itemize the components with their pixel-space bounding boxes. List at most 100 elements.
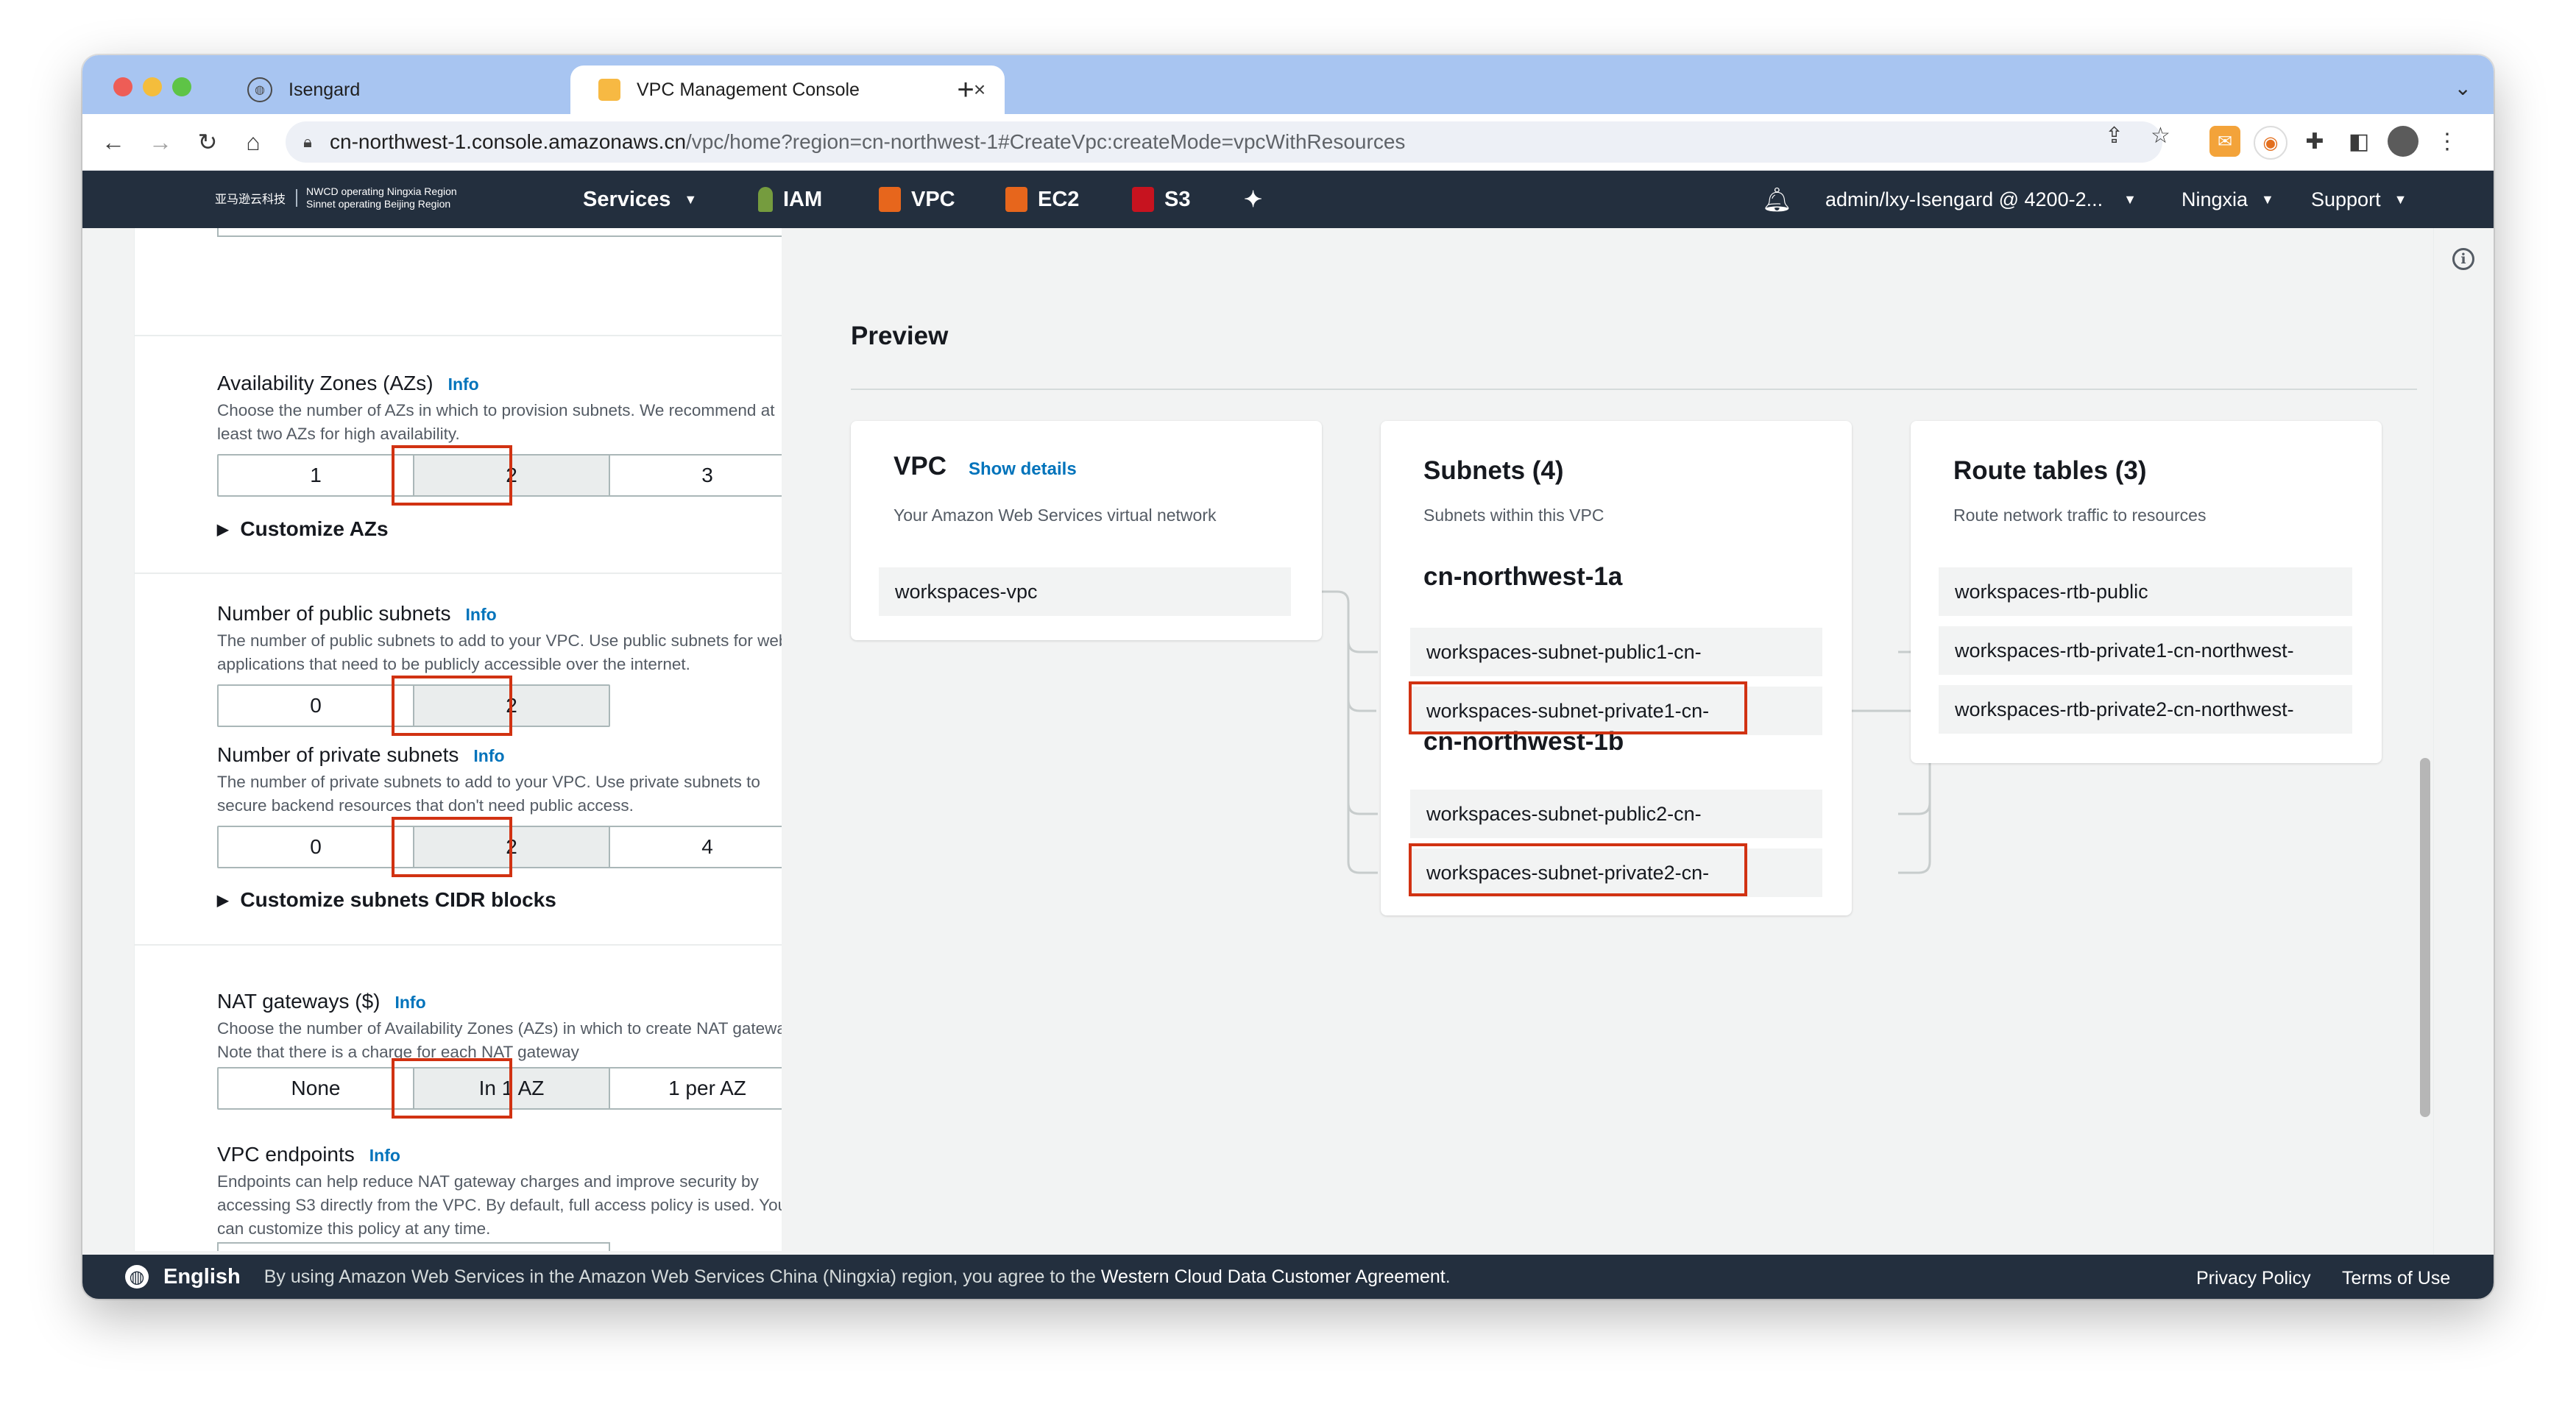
notifications-bell-icon[interactable]: 🔔︎ — [1762, 171, 1792, 228]
region-menu[interactable]: Ningxia ▼ — [2182, 171, 2274, 228]
customize-azs-label: Customize AZs — [240, 517, 389, 540]
shortcut-vpc[interactable]: VPC — [879, 171, 955, 228]
new-tab-button[interactable]: + — [944, 65, 988, 114]
vpc-card-subtitle: Your Amazon Web Services virtual network — [894, 506, 1217, 525]
subnets-card: Subnets (4) Subnets within this VPC cn-n… — [1381, 421, 1852, 915]
services-menu[interactable]: Services ▼ — [583, 171, 697, 228]
caret-right-icon: ▶ — [217, 522, 229, 538]
tab-label: Isengard — [289, 79, 361, 100]
pin-icon[interactable]: ✦ — [1244, 171, 1262, 228]
route-table-node-private2[interactable]: workspaces-rtb-private2-cn-northwest- — [1939, 685, 2352, 734]
azs-info-link[interactable]: Info — [448, 375, 479, 394]
show-details-link[interactable]: Show details — [969, 459, 1077, 479]
subnets-card-title: Subnets (4) — [1423, 456, 1564, 485]
shortcut-iam[interactable]: IAM — [758, 171, 822, 228]
share-icon[interactable]: ⇪ — [2105, 123, 2123, 149]
legal-notice: By using Amazon Web Services in the Amaz… — [264, 1266, 1451, 1288]
account-label: admin/lxy-Isengard @ 4200-2... — [1825, 188, 2103, 210]
region-label: Ningxia — [2182, 188, 2248, 210]
caret-down-icon: ▼ — [2393, 191, 2407, 207]
lock-icon: 🔒︎ — [303, 132, 312, 151]
url-host: cn-northwest-1.console.amazonaws.cn — [330, 130, 687, 153]
highlight-box — [392, 1058, 512, 1119]
aws-top-nav: 亚马逊云科技 NWCD operating Ningxia Region Sin… — [82, 171, 2494, 228]
customize-cidr-expander[interactable]: ▶ Customize subnets CIDR blocks — [217, 888, 556, 912]
language-selector[interactable]: English — [163, 1265, 241, 1289]
browser-window: ◍ Isengard × VPC Management Console × + … — [82, 55, 2494, 1299]
globe-icon: ◍ — [247, 77, 272, 102]
vertical-scrollbar[interactable] — [2420, 758, 2430, 1117]
legal-suffix: . — [1445, 1266, 1451, 1287]
public-subnets-label: Number of public subnets Info — [217, 602, 497, 625]
nat-gateways-label: NAT gateways ($) Info — [217, 990, 426, 1013]
azs-description: Choose the number of AZs in which to pro… — [217, 401, 775, 443]
nat-option-none[interactable]: None — [219, 1068, 414, 1108]
section-divider — [135, 573, 782, 574]
shortcut-s3[interactable]: S3 — [1132, 171, 1190, 228]
aws-china-logo[interactable]: 亚马逊云科技 NWCD operating Ningxia Region Sin… — [215, 185, 457, 210]
forward-button[interactable]: → — [144, 126, 177, 158]
vpc-card: VPC Show details Your Amazon Web Services… — [851, 421, 1322, 640]
nat-option-1-per-az[interactable]: 1 per AZ — [610, 1068, 782, 1108]
section-divider — [135, 335, 782, 336]
home-button[interactable]: ⌂ — [237, 126, 269, 158]
private-subnets-option-0[interactable]: 0 — [219, 827, 414, 867]
azs-label-text: Availability Zones (AZs) — [217, 372, 434, 394]
legal-prefix: By using Amazon Web Services in the Amaz… — [263, 1266, 1096, 1287]
terms-of-use-link[interactable]: Terms of Use — [2342, 1268, 2450, 1289]
support-menu[interactable]: Support ▼ — [2311, 171, 2407, 228]
highlight-box — [392, 445, 512, 506]
reload-button[interactable]: ↻ — [191, 126, 224, 158]
highlight-box — [1409, 681, 1747, 734]
customize-azs-expander[interactable]: ▶ Customize AZs — [217, 517, 389, 541]
address-bar[interactable]: 🔒︎ cn-northwest-1.console.amazonaws.cn /… — [286, 121, 2162, 163]
globe-icon[interactable]: ◍ — [125, 1265, 149, 1289]
private-subnets-option-4[interactable]: 4 — [610, 827, 782, 867]
profile-avatar[interactable] — [2388, 126, 2418, 157]
nat-label-text: NAT gateways ($) — [217, 990, 381, 1013]
support-label: Support — [2311, 188, 2381, 210]
shortcut-ec2[interactable]: EC2 — [1005, 171, 1079, 228]
info-panel-icon[interactable]: i — [2452, 248, 2474, 270]
tab-vpc-console[interactable]: VPC Management Console × — [570, 65, 1005, 114]
endpoints-label-text: VPC endpoints — [217, 1143, 355, 1166]
aws-footer: ◍ English By using Amazon Web Services i… — [82, 1255, 2494, 1299]
scrolled-input-bottom — [217, 228, 782, 237]
bookmark-star-icon[interactable]: ☆ — [2151, 123, 2170, 149]
vpc-node[interactable]: workspaces-vpc — [879, 567, 1291, 616]
back-button[interactable]: ← — [97, 126, 130, 158]
endpoints-info-link[interactable]: Info — [369, 1146, 400, 1165]
logo-region-line2: Sinnet operating Beijing Region — [306, 198, 451, 210]
minimize-window-button[interactable] — [143, 77, 162, 96]
zoom-window-button[interactable] — [172, 77, 191, 96]
private-subnets-info-link[interactable]: Info — [473, 746, 504, 765]
public-subnets-option-0[interactable]: 0 — [219, 686, 414, 726]
chevron-down-icon[interactable]: ⌄ — [2455, 76, 2471, 100]
extension-fox-icon[interactable]: ◉ — [2254, 126, 2287, 160]
privacy-policy-link[interactable]: Privacy Policy — [2196, 1268, 2311, 1289]
subnet-node-public2[interactable]: workspaces-subnet-public2-cn- — [1410, 790, 1822, 838]
extensions-puzzle-icon[interactable]: ✚ — [2299, 126, 2330, 157]
close-window-button[interactable] — [113, 77, 132, 96]
azs-option-1[interactable]: 1 — [219, 456, 414, 495]
endpoints-selector-partial[interactable] — [217, 1242, 610, 1251]
endpoints-description: Endpoints can help reduce NAT gateway ch… — [217, 1172, 783, 1238]
shortcut-label: VPC — [911, 187, 955, 211]
public-subnets-description: The number of public subnets to add to y… — [217, 631, 783, 673]
az-heading-1a: cn-northwest-1a — [1423, 562, 1623, 591]
shortcut-label: EC2 — [1038, 187, 1080, 211]
route-table-node-public[interactable]: workspaces-rtb-public — [1939, 567, 2352, 616]
public-subnets-info-link[interactable]: Info — [466, 605, 497, 624]
subnet-node-public1[interactable]: workspaces-subnet-public1-cn- — [1410, 628, 1822, 676]
section-divider — [135, 944, 782, 946]
browser-toolbar: ← → ↻ ⌂ 🔒︎ cn-northwest-1.console.amazon… — [82, 114, 2494, 171]
azs-option-3[interactable]: 3 — [610, 456, 782, 495]
more-menu-icon[interactable]: ⋮ — [2432, 126, 2463, 157]
extension-mail-icon[interactable]: ✉ — [2209, 126, 2240, 157]
customer-agreement-link[interactable]: Western Cloud Data Customer Agreement — [1101, 1266, 1446, 1287]
private-subnets-label-text: Number of private subnets — [217, 743, 459, 766]
route-table-node-private1[interactable]: workspaces-rtb-private1-cn-northwest- — [1939, 626, 2352, 675]
nat-info-link[interactable]: Info — [394, 993, 425, 1012]
side-panel-icon[interactable]: ◧ — [2343, 126, 2374, 157]
account-menu[interactable]: admin/lxy-Isengard @ 4200-2... ▼ — [1825, 171, 2137, 228]
